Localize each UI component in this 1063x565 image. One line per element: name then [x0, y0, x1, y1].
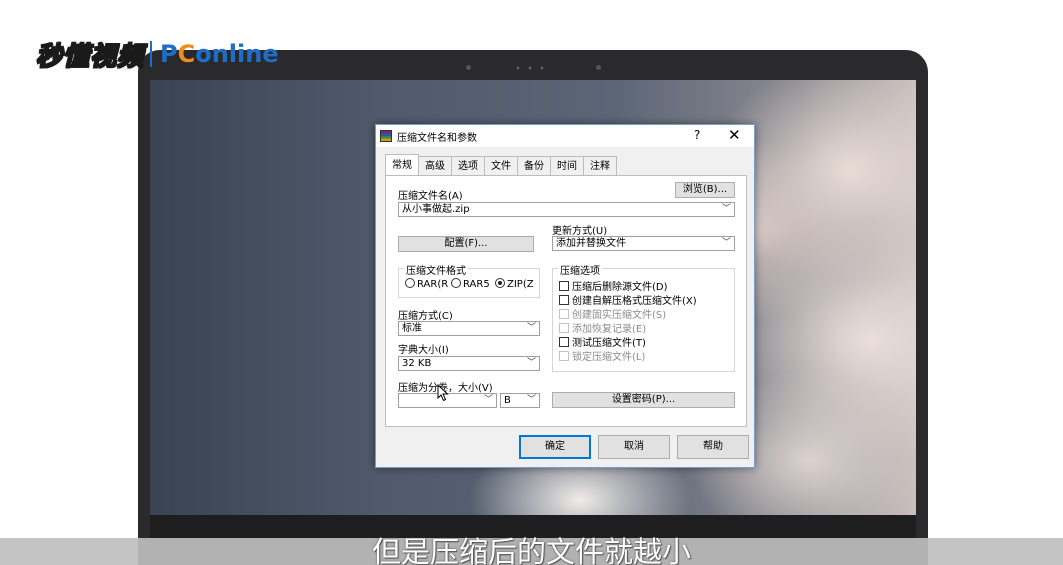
watermark-divider: [150, 41, 153, 67]
ok-button[interactable]: 确定: [519, 435, 591, 459]
method-select[interactable]: 标准 ﹀: [398, 321, 540, 336]
split-unit-select[interactable]: B ﹀: [500, 393, 540, 408]
checkbox-disabled: [559, 323, 569, 333]
dictionary-value: 32 KB: [402, 358, 432, 369]
option-lock: 锁定压缩文件(L): [559, 348, 645, 363]
tab-time[interactable]: 时间: [550, 156, 584, 176]
dialog-tabs: 常规 高级 选项 文件 备份 时间 注释: [385, 154, 617, 176]
split-unit-value: B: [504, 395, 511, 406]
sensor-dots: [512, 66, 552, 70]
profiles-button[interactable]: 配置(F)...: [398, 236, 534, 252]
update-mode-value: 添加并替换文件: [556, 238, 626, 249]
watermark-cn: 秒懂视频: [35, 41, 145, 73]
chevron-down-icon[interactable]: ﹀: [527, 357, 536, 370]
format-group: 压缩文件格式 RAR(R RAR5 ZIP(Z: [398, 262, 540, 298]
radio-circle[interactable]: [451, 278, 461, 288]
browse-button[interactable]: 浏览(B)...: [675, 182, 735, 198]
chevron-down-icon[interactable]: ﹀: [527, 394, 536, 407]
chevron-down-icon[interactable]: ﹀: [484, 394, 493, 407]
radio-rar5-label: RAR5: [463, 279, 490, 290]
dialog-title: 压缩文件名和参数: [397, 133, 477, 144]
archive-name-label: 压缩文件名(A): [398, 191, 463, 202]
radio-zip[interactable]: ZIP(Z: [495, 278, 534, 290]
checkbox-disabled: [559, 309, 569, 319]
option-recovery: 添加恢复记录(E): [559, 320, 646, 335]
tab-comment[interactable]: 注释: [583, 156, 617, 176]
radio-rar5[interactable]: RAR5: [451, 278, 490, 290]
format-group-title: 压缩文件格式: [404, 262, 468, 277]
chevron-down-icon[interactable]: ﹀: [722, 237, 731, 250]
checkbox[interactable]: [559, 337, 569, 347]
video-subtitle: 但是压缩后的文件就越小: [371, 535, 691, 565]
watermark-pconline: PConline: [160, 40, 279, 68]
help-button[interactable]: 帮助: [677, 435, 749, 459]
archive-name-dialog: 压缩文件名和参数 ? ✕ 常规 高级 选项 文件 备份 时间 注释 压缩文件名(…: [375, 124, 755, 468]
dictionary-select[interactable]: 32 KB ﹀: [398, 356, 540, 371]
camera-dot: [466, 65, 471, 70]
set-password-button[interactable]: 设置密码(P)...: [552, 392, 735, 408]
watermark-online: online: [195, 40, 279, 68]
tab-general[interactable]: 常规: [385, 154, 419, 176]
close-icon[interactable]: ✕: [728, 126, 741, 144]
options-group-title: 压缩选项: [558, 262, 602, 277]
chevron-down-icon[interactable]: ﹀: [722, 203, 731, 216]
option-delete-after[interactable]: 压缩后删除源文件(D): [559, 278, 668, 293]
update-mode-select[interactable]: 添加并替换文件 ﹀: [552, 236, 735, 251]
mouse-cursor-icon: [437, 384, 449, 402]
archive-name-input[interactable]: 从小事做起.zip ﹀: [398, 202, 735, 217]
option-create-sfx[interactable]: 创建自解压格式压缩文件(X): [559, 292, 697, 307]
option-label: 锁定压缩文件(L): [572, 352, 646, 363]
checkbox[interactable]: [559, 281, 569, 291]
watermark-p: P: [160, 40, 178, 68]
radio-rar-label: RAR(R: [417, 279, 449, 290]
cancel-button[interactable]: 取消: [598, 435, 670, 459]
radio-zip-label: ZIP(Z: [507, 279, 534, 290]
checkbox-disabled: [559, 351, 569, 361]
camera-dot: [596, 65, 601, 70]
watermark-logo: 秒懂视频 PConline: [35, 34, 279, 74]
option-test[interactable]: 测试压缩文件(T): [559, 334, 646, 349]
update-mode-label: 更新方式(U): [552, 226, 608, 237]
options-group: 压缩选项 压缩后删除源文件(D) 创建自解压格式压缩文件(X) 创建固实压缩文件…: [552, 262, 735, 372]
dictionary-label: 字典大小(I): [398, 345, 449, 356]
method-label: 压缩方式(C): [398, 311, 453, 322]
watermark-c: C: [177, 40, 196, 68]
tab-advanced[interactable]: 高级: [418, 156, 452, 176]
dialog-titlebar[interactable]: 压缩文件名和参数 ? ✕: [376, 125, 754, 147]
help-icon[interactable]: ?: [694, 128, 700, 142]
checkbox[interactable]: [559, 295, 569, 305]
tab-files[interactable]: 文件: [484, 156, 518, 176]
winrar-app-icon: [380, 130, 392, 142]
method-value: 标准: [402, 323, 422, 334]
radio-rar[interactable]: RAR(R: [405, 278, 448, 290]
archive-name-value: 从小事做起.zip: [402, 204, 470, 215]
chevron-down-icon[interactable]: ﹀: [527, 322, 536, 335]
tab-options[interactable]: 选项: [451, 156, 485, 176]
radio-circle[interactable]: [405, 278, 415, 288]
option-solid: 创建固实压缩文件(S): [559, 306, 666, 321]
tab-backup[interactable]: 备份: [517, 156, 551, 176]
radio-circle-selected[interactable]: [495, 278, 505, 288]
